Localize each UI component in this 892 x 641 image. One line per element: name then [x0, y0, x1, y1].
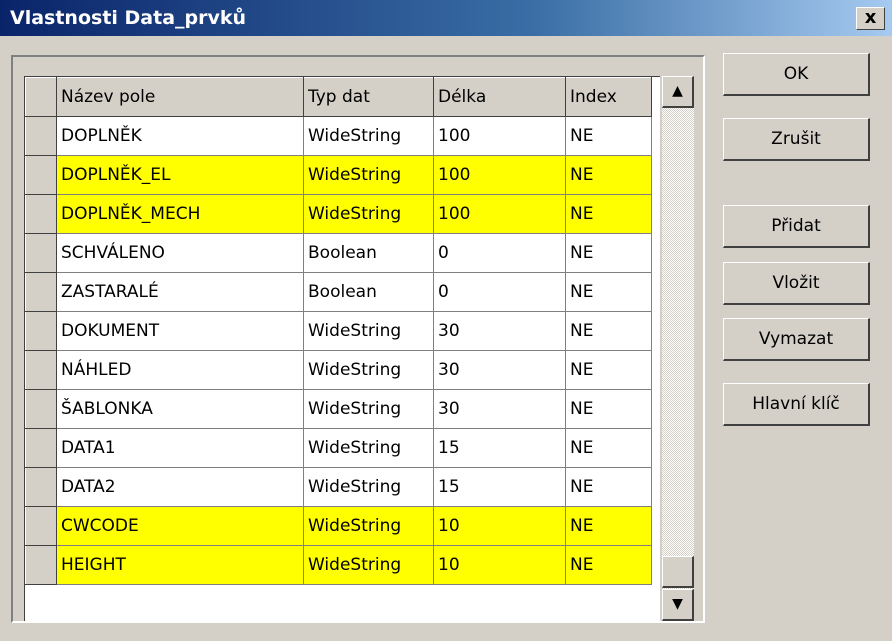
table-row[interactable]: DOKUMENT WideString 30 NE	[25, 311, 652, 351]
primary-key-button[interactable]: Hlavní klíč	[723, 383, 870, 426]
cell-length[interactable]: 30	[433, 389, 566, 429]
title-bar: Vlastnosti Data_prvků x	[0, 0, 892, 36]
row-indicator[interactable]	[25, 389, 57, 429]
vertical-scrollbar[interactable]: ▲ ▼	[662, 76, 694, 621]
column-header-length[interactable]: Délka	[433, 77, 566, 117]
cell-name[interactable]: DOPLNĚK_EL	[56, 155, 304, 195]
cell-name[interactable]: SCHVÁLENO	[56, 233, 304, 273]
row-indicator[interactable]	[25, 116, 57, 156]
cell-index[interactable]: NE	[565, 233, 652, 273]
cell-index[interactable]: NE	[565, 506, 652, 546]
fields-grid[interactable]: Název pole Typ dat Délka Index DOPLNĚK Wi…	[24, 76, 660, 621]
cell-name[interactable]: DOPLNĚK_MECH	[56, 194, 304, 234]
row-indicator[interactable]	[25, 428, 57, 468]
cell-length[interactable]: 30	[433, 311, 566, 351]
cell-index[interactable]: NE	[565, 194, 652, 234]
cancel-button[interactable]: Zrušit	[723, 118, 870, 161]
cell-type[interactable]: WideString	[303, 467, 434, 507]
cell-index[interactable]: NE	[565, 350, 652, 390]
cell-index[interactable]: NE	[565, 116, 652, 156]
column-header-index[interactable]: Index	[565, 77, 652, 117]
cell-name[interactable]: DOPLNĚK	[56, 116, 304, 156]
header-row: Název pole Typ dat Délka Index	[25, 77, 652, 117]
cell-length[interactable]: 100	[433, 155, 566, 195]
cell-index[interactable]: NE	[565, 545, 652, 585]
row-indicator[interactable]	[25, 233, 57, 273]
cell-type[interactable]: WideString	[303, 506, 434, 546]
cell-name[interactable]: DATA1	[56, 428, 304, 468]
cell-length[interactable]: 100	[433, 194, 566, 234]
cell-index[interactable]: NE	[565, 311, 652, 351]
table-row[interactable]: NÁHLED WideString 30 NE	[25, 350, 652, 390]
cell-type[interactable]: WideString	[303, 545, 434, 585]
table-row[interactable]: DATA2 WideString 15 NE	[25, 467, 652, 507]
cell-type[interactable]: Boolean	[303, 272, 434, 312]
table-row[interactable]: DOPLNĚK WideString 100 NE	[25, 116, 652, 156]
cell-type[interactable]: WideString	[303, 116, 434, 156]
dialog-body: Název pole Typ dat Délka Index DOPLNĚK Wi…	[0, 36, 892, 641]
ok-button[interactable]: OK	[723, 53, 870, 96]
column-header-type[interactable]: Typ dat	[303, 77, 434, 117]
close-button[interactable]: x	[856, 7, 885, 30]
cell-type[interactable]: WideString	[303, 311, 434, 351]
row-indicator-header	[25, 77, 57, 117]
row-indicator[interactable]	[25, 545, 57, 585]
cell-index[interactable]: NE	[565, 389, 652, 429]
cell-type[interactable]: WideString	[303, 194, 434, 234]
cell-index[interactable]: NE	[565, 428, 652, 468]
window-title: Vlastnosti Data_prvků	[10, 7, 247, 29]
table-row[interactable]: DATA1 WideString 15 NE	[25, 428, 652, 468]
scroll-thumb[interactable]	[662, 556, 694, 588]
scroll-up-button[interactable]: ▲	[662, 76, 694, 108]
cell-type[interactable]: WideString	[303, 428, 434, 468]
cell-length[interactable]: 100	[433, 116, 566, 156]
cell-length[interactable]: 15	[433, 428, 566, 468]
cell-name[interactable]: CWCODE	[56, 506, 304, 546]
cell-name[interactable]: DOKUMENT	[56, 311, 304, 351]
row-indicator[interactable]	[25, 311, 57, 351]
table-row[interactable]: DOPLNĚK_MECH WideString 100 NE	[25, 194, 652, 234]
cell-name[interactable]: ŠABLONKA	[56, 389, 304, 429]
column-header-name[interactable]: Název pole	[56, 77, 304, 117]
table-row[interactable]: CWCODE WideString 10 NE	[25, 506, 652, 546]
table-row[interactable]: HEIGHT WideString 10 NE	[25, 545, 652, 585]
fields-table: Název pole Typ dat Délka Index DOPLNĚK Wi…	[25, 77, 652, 585]
cell-type[interactable]: WideString	[303, 389, 434, 429]
cell-name[interactable]: NÁHLED	[56, 350, 304, 390]
cell-type[interactable]: Boolean	[303, 233, 434, 273]
arrow-up-icon: ▲	[672, 83, 683, 99]
table-row[interactable]: DOPLNĚK_EL WideString 100 NE	[25, 155, 652, 195]
row-indicator[interactable]	[25, 506, 57, 546]
cell-index[interactable]: NE	[565, 155, 652, 195]
row-indicator[interactable]	[25, 350, 57, 390]
cell-length[interactable]: 30	[433, 350, 566, 390]
cell-length[interactable]: 15	[433, 467, 566, 507]
insert-button[interactable]: Vložit	[723, 262, 870, 305]
delete-button[interactable]: Vymazat	[723, 318, 870, 361]
table-row[interactable]: SCHVÁLENO Boolean 0 NE	[25, 233, 652, 273]
cell-length[interactable]: 10	[433, 506, 566, 546]
cell-name[interactable]: HEIGHT	[56, 545, 304, 585]
cell-name[interactable]: ZASTARALÉ	[56, 272, 304, 312]
table-row[interactable]: ZASTARALÉ Boolean 0 NE	[25, 272, 652, 312]
row-indicator[interactable]	[25, 272, 57, 312]
cell-length[interactable]: 0	[433, 233, 566, 273]
row-indicator[interactable]	[25, 194, 57, 234]
cell-type[interactable]: WideString	[303, 155, 434, 195]
cell-index[interactable]: NE	[565, 272, 652, 312]
cell-type[interactable]: WideString	[303, 350, 434, 390]
cell-index[interactable]: NE	[565, 467, 652, 507]
cell-name[interactable]: DATA2	[56, 467, 304, 507]
add-button[interactable]: Přidat	[723, 205, 870, 248]
cell-length[interactable]: 0	[433, 272, 566, 312]
arrow-down-icon: ▼	[672, 596, 683, 612]
scroll-down-button[interactable]: ▼	[662, 589, 694, 621]
row-indicator[interactable]	[25, 155, 57, 195]
cell-length[interactable]: 10	[433, 545, 566, 585]
close-icon: x	[864, 7, 877, 28]
table-row[interactable]: ŠABLONKA WideString 30 NE	[25, 389, 652, 429]
row-indicator[interactable]	[25, 467, 57, 507]
